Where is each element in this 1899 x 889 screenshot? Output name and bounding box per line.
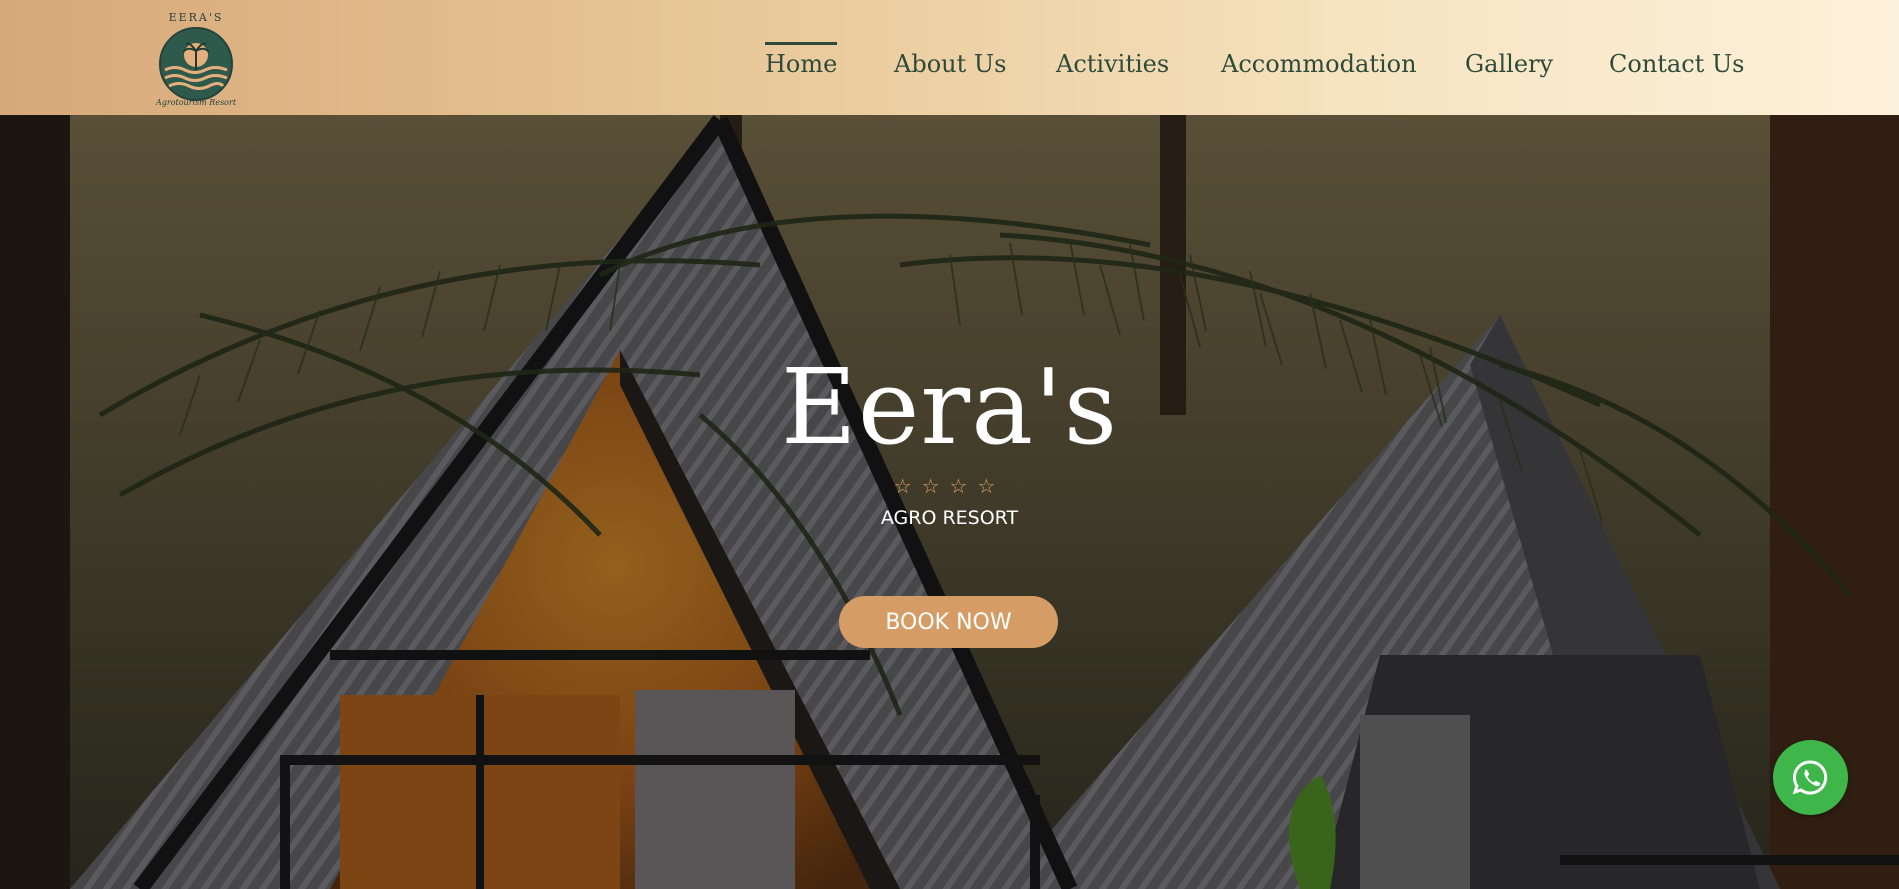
hero-title: Eera's <box>780 346 1119 468</box>
nav-activities[interactable]: Activities <box>1056 46 1169 82</box>
logo-emblem-icon: EERA'S Agrotourism Resort <box>155 11 237 107</box>
resort-logo[interactable]: EERA'S Agrotourism Resort <box>155 8 237 108</box>
nav-about-us[interactable]: About Us <box>894 46 1006 82</box>
logo-tagline-text: Agrotourism Resort <box>155 98 237 107</box>
nav-accommodation[interactable]: Accommodation <box>1221 46 1417 82</box>
whatsapp-chat-button[interactable] <box>1773 740 1848 815</box>
nav-contact-us[interactable]: Contact Us <box>1609 46 1744 82</box>
site-header: EERA'S Agrotourism Resort Home About Us … <box>0 0 1899 115</box>
hero-subtitle: AGRO RESORT <box>880 507 1019 529</box>
hero-section: Eera's ☆☆☆☆ AGRO RESORT BOOK NOW <box>0 115 1899 889</box>
book-now-button[interactable]: BOOK NOW <box>839 596 1058 648</box>
nav-gallery[interactable]: Gallery <box>1465 46 1553 82</box>
logo-brand-text: EERA'S <box>169 11 224 24</box>
rating-stars: ☆☆☆☆ <box>893 474 1006 498</box>
whatsapp-icon <box>1792 760 1828 795</box>
hero-background-image <box>0 115 1899 889</box>
nav-home[interactable]: Home <box>765 42 838 82</box>
